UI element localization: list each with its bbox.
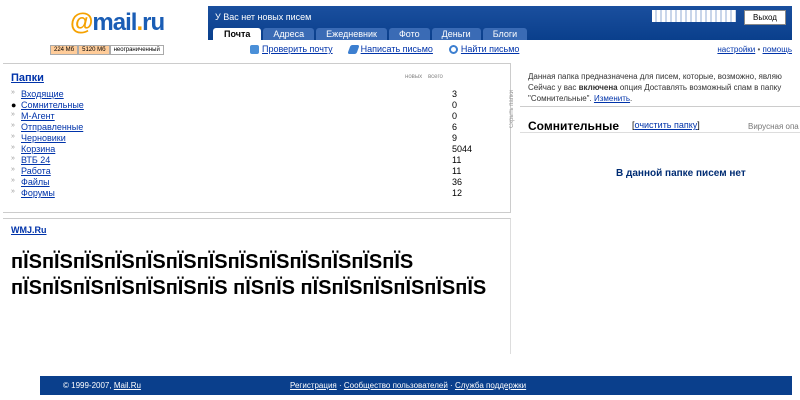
active-bullet-icon: ● — [11, 100, 17, 110]
folder-link[interactable]: Черновики — [21, 133, 66, 143]
info-line: Сейчас у вас включена опция Доставлять в… — [528, 83, 782, 92]
folder-forums[interactable]: » Форумы 12 — [11, 188, 491, 199]
empty-folder-message: В данной папке писем нет — [616, 168, 746, 179]
folder-link[interactable]: Входящие — [21, 89, 64, 99]
tab-blogs[interactable]: Блоги — [482, 28, 528, 40]
folder-link[interactable]: Корзина — [21, 144, 55, 154]
folder-link[interactable]: М-Агент — [21, 111, 55, 121]
divider — [520, 132, 800, 133]
footer-links: Регистрация · Сообщество пользователей ·… — [290, 381, 527, 390]
clear-folder-button[interactable]: [очистить папку] — [632, 120, 700, 130]
hide-folders-label: Скрыть папки — [509, 90, 515, 128]
settings-links: настройки • помощь — [717, 45, 792, 54]
mailru-logo[interactable]: @mail.ru — [70, 9, 165, 37]
folder-work[interactable]: » Работа 11 — [11, 166, 491, 177]
mailbox-quota: 224 Мб 5120 Мб неограниченный — [50, 45, 164, 55]
bullet-icon: » — [11, 155, 15, 162]
ad-link[interactable]: WMJ.Ru — [11, 225, 47, 235]
search-icon — [448, 44, 458, 54]
folder-count: 5044 — [452, 144, 473, 154]
check-mail-link[interactable]: Проверить почту — [262, 44, 333, 54]
bullet-icon: » — [11, 144, 15, 151]
tab-photo[interactable]: Фото — [388, 28, 430, 40]
tab-addresses[interactable]: Адреса — [263, 28, 315, 40]
bullet-icon: » — [11, 188, 15, 195]
folder-count: 36 — [452, 177, 463, 187]
settings-separator: • — [755, 45, 763, 54]
column-new: новых — [405, 74, 423, 80]
bullet-icon: » — [11, 177, 15, 184]
change-option-link[interactable]: Изменить — [594, 94, 630, 103]
folder-count: 12 — [452, 188, 463, 198]
folder-link[interactable]: Работа — [21, 166, 51, 176]
folder-count: 11 — [452, 155, 462, 165]
find-link[interactable]: Найти письмо — [461, 44, 519, 54]
folder-count: 9 — [452, 133, 458, 143]
clear-folder-link[interactable]: очистить папку — [635, 120, 698, 130]
folder-count: 0 — [452, 111, 458, 121]
footer-bar: © 1999-2007, Mail.Ru Регистрация · Сообщ… — [40, 376, 792, 395]
divider — [520, 106, 800, 107]
user-login-name — [652, 10, 736, 22]
find-action[interactable]: Найти письмо — [448, 44, 519, 54]
quota-unlimited: неограниченный — [109, 45, 164, 55]
folders-panel: Папки новых всего » Входящие 3 ● Сомните… — [3, 63, 511, 213]
community-link[interactable]: Сообщество пользователей — [344, 381, 448, 390]
folder-vtb24[interactable]: » ВТБ 24 11 — [11, 155, 491, 166]
folder-files[interactable]: » Файлы 36 — [11, 177, 491, 188]
compose-link[interactable]: Написать письмо — [361, 44, 433, 54]
compose-action[interactable]: Написать письмо — [346, 44, 433, 54]
bullet-icon: » — [11, 89, 15, 96]
check-mail-action[interactable]: Проверить почту — [250, 44, 333, 54]
folder-suspicious[interactable]: ● Сомнительные 0 — [11, 100, 491, 111]
folder-count: 0 — [452, 100, 458, 110]
ad-block: WMJ.Ru пЇSпЇSпЇSпЇSпЇSпЇSпЇSпЇSпЇSпЇSпЇS… — [3, 218, 511, 354]
bullet-icon: » — [11, 122, 15, 129]
folder-link[interactable]: Сомнительные — [21, 100, 84, 110]
folder-drafts[interactable]: » Черновики 9 — [11, 133, 491, 144]
mailru-link[interactable]: Mail.Ru — [114, 381, 141, 390]
folder-link[interactable]: Файлы — [21, 177, 50, 187]
quota-used: 224 Мб — [50, 45, 79, 55]
folder-link[interactable]: ВТБ 24 — [21, 155, 50, 165]
folder-link[interactable]: Форумы — [21, 188, 55, 198]
register-link[interactable]: Регистрация — [290, 381, 337, 390]
bullet-icon: » — [11, 166, 15, 173]
folder-inbox[interactable]: » Входящие 3 — [11, 89, 491, 100]
service-tabs: Почта Адреса Ежедневник Фото Деньги Блог… — [213, 28, 528, 40]
folder-count: 6 — [452, 122, 458, 132]
folder-m-agent[interactable]: » М-Агент 0 — [11, 111, 491, 122]
new-mail-status: У Вас нет новых писем — [215, 12, 312, 22]
info-line: "Сомнительные". Изменить. — [528, 94, 633, 103]
virus-scan-label: Вирусная опа — [748, 122, 799, 131]
folders-title[interactable]: Папки — [11, 72, 44, 84]
folder-info: Данная папка предназначена для писем, ко… — [528, 71, 800, 104]
logout-button[interactable]: Выход — [744, 10, 786, 25]
support-link[interactable]: Служба поддержки — [455, 381, 526, 390]
folder-sent[interactable]: » Отправленные 6 — [11, 122, 491, 133]
quota-total: 5120 Мб — [78, 45, 110, 55]
tab-mail[interactable]: Почта — [213, 28, 262, 40]
refresh-icon — [250, 44, 259, 54]
folder-trash[interactable]: » Корзина 5044 — [11, 144, 491, 155]
ad-text: пЇSпЇSпЇSпЇSпЇSпЇSпЇSпЇSпЇSпЇSпЇSпЇSпЇS … — [11, 251, 487, 299]
folder-count: 3 — [452, 89, 458, 99]
bullet-icon: » — [11, 111, 15, 118]
help-link[interactable]: помощь — [763, 45, 792, 54]
folder-link[interactable]: Отправленные — [21, 122, 83, 132]
settings-link[interactable]: настройки — [717, 45, 755, 54]
copyright: © 1999-2007, Mail.Ru — [63, 381, 141, 390]
hide-folders-toggle[interactable]: Скрыть папки — [509, 70, 517, 210]
tab-money[interactable]: Деньги — [431, 28, 481, 40]
bullet-icon: » — [11, 133, 15, 140]
tab-calendar[interactable]: Ежедневник — [316, 28, 387, 40]
current-folder-title: Сомнительные — [528, 119, 620, 133]
pencil-icon — [346, 44, 360, 54]
column-all: всего — [428, 74, 443, 80]
mail-actions: Проверить почту Написать письмо Найти пи… — [250, 44, 519, 54]
info-line: Данная папка предназначена для писем, ко… — [528, 72, 782, 81]
folder-count: 11 — [452, 166, 462, 176]
